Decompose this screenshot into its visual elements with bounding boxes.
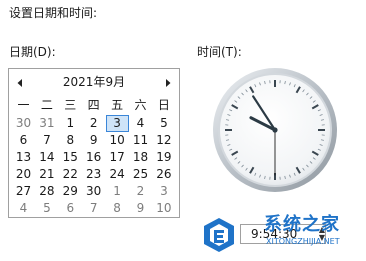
watermark-title: 系统之家 (264, 214, 340, 235)
weekday-label: 五 (111, 98, 124, 112)
calendar-day[interactable]: 6 (59, 200, 82, 217)
analog-clock (213, 68, 337, 192)
weekday-label: 二 (40, 98, 53, 112)
date-time-settings-panel: 设置日期和时间: 日期(D): 时间(T): 2021年9月 一二三四五六日 3… (0, 0, 366, 261)
calendar-day[interactable]: 31 (35, 115, 58, 132)
calendar-day[interactable]: 5 (152, 115, 175, 132)
calendar-day[interactable]: 19 (152, 149, 175, 166)
calendar-day[interactable]: 10 (106, 132, 129, 149)
calendar-day[interactable]: 2 (82, 115, 105, 132)
calendar-day[interactable]: 4 (12, 200, 35, 217)
weekday-label: 四 (87, 98, 100, 112)
calendar-day-grid[interactable]: 30 31 1 2 3 4 5 6 7 8 9 10 11 12 13 14 15 16 17 18 19 20 21 22 2… (12, 115, 176, 217)
calendar-day[interactable]: 5 (35, 200, 58, 217)
calendar-day[interactable]: 1 (59, 115, 82, 132)
date-label: 日期(D): (9, 45, 56, 59)
calendar-day[interactable]: 9 (82, 132, 105, 149)
dialog-title: 设置日期和时间: (9, 6, 98, 20)
calendar-day[interactable]: 30 (12, 115, 35, 132)
calendar-day[interactable]: 10 (152, 200, 175, 217)
calendar-day[interactable]: 23 (82, 166, 105, 183)
calendar-day[interactable]: 3 (152, 183, 175, 200)
calendar-day[interactable]: 7 (35, 132, 58, 149)
weekday-label: 六 (134, 98, 147, 112)
calendar-day[interactable]: 16 (82, 149, 105, 166)
clock-center-pin (272, 127, 278, 133)
watermark: 系统之家 XITONGZHIJIA.NET (202, 212, 366, 261)
calendar-day[interactable]: 14 (35, 149, 58, 166)
calendar-day[interactable]: 18 (129, 149, 152, 166)
calendar-day[interactable]: 24 (106, 166, 129, 183)
calendar-month-year[interactable]: 2021年9月 (9, 75, 179, 89)
calendar-day[interactable]: 25 (129, 166, 152, 183)
calendar-day[interactable]: 13 (12, 149, 35, 166)
calendar-day[interactable]: 29 (59, 183, 82, 200)
calendar-day[interactable]: 30 (82, 183, 105, 200)
calendar-day[interactable]: 11 (129, 132, 152, 149)
calendar-day[interactable]: 20 (12, 166, 35, 183)
calendar-day[interactable]: 2 (129, 183, 152, 200)
calendar-header: 2021年9月 (9, 73, 179, 91)
calendar-day[interactable]: 28 (35, 183, 58, 200)
calendar-day[interactable]: 7 (82, 200, 105, 217)
calendar-day[interactable]: 8 (59, 132, 82, 149)
calendar-day[interactable]: 17 (106, 149, 129, 166)
weekday-label: 三 (64, 98, 77, 112)
watermark-logo-icon (204, 218, 234, 252)
calendar-day[interactable]: 8 (106, 200, 129, 217)
weekday-label: 一 (17, 98, 30, 112)
calendar-day[interactable]: 27 (12, 183, 35, 200)
calendar-day[interactable]: 21 (35, 166, 58, 183)
calendar-day[interactable]: 6 (12, 132, 35, 149)
calendar-day[interactable]: 9 (129, 200, 152, 217)
watermark-url: XITONGZHIJIA.NET (266, 237, 340, 246)
calendar-day[interactable]: 12 (152, 132, 175, 149)
calendar-day[interactable]: 4 (129, 115, 152, 132)
calendar-day[interactable]: 15 (59, 149, 82, 166)
time-label: 时间(T): (197, 45, 242, 59)
calendar-day[interactable]: 22 (59, 166, 82, 183)
calendar-day[interactable]: 26 (152, 166, 175, 183)
calendar[interactable]: 2021年9月 一二三四五六日 30 31 1 2 3 4 5 6 7 8 9 10 11 12 13 14 1… (8, 68, 180, 218)
calendar-day[interactable]: 3 (105, 115, 129, 132)
chevron-right-icon[interactable] (161, 75, 175, 89)
weekday-header-row: 一二三四五六日 (12, 97, 176, 113)
weekday-label: 日 (157, 98, 170, 112)
calendar-day[interactable]: 1 (106, 183, 129, 200)
